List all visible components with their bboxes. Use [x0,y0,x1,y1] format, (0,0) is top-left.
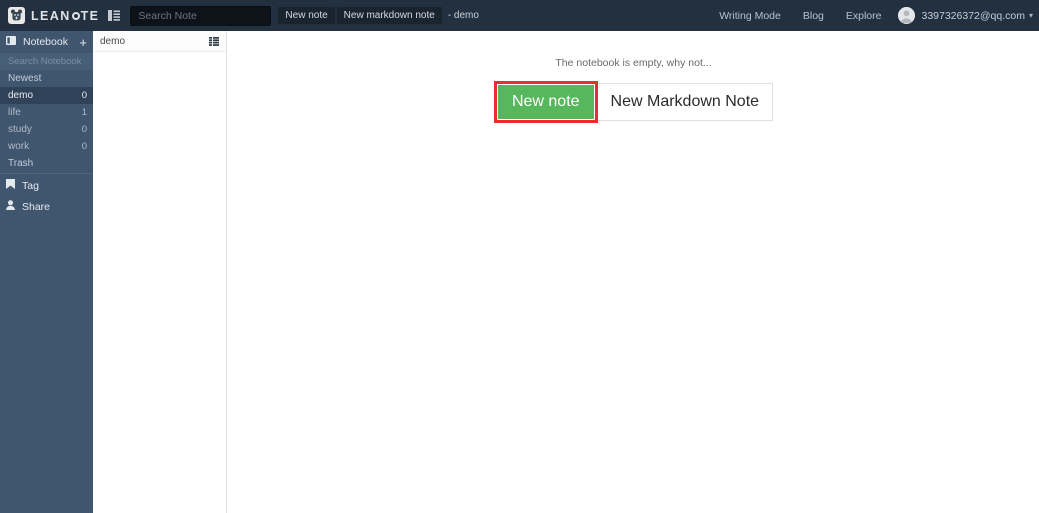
search-note-input[interactable] [130,5,272,26]
sidebar-item-label: work [8,141,30,152]
brand-name: LEAN TE [31,9,99,23]
new-markdown-note-button[interactable]: New Markdown Note [597,83,774,121]
nav-explore[interactable]: Explore [835,10,893,22]
sidebar-divider [0,173,93,174]
notebook-icon [6,36,16,48]
sidebar-item-label: study [8,124,32,135]
sidebar-item-count: 0 [81,141,87,152]
note-list-title: demo [100,35,126,47]
sidebar-item-count: 1 [81,107,87,118]
note-list-panel: demo [93,31,227,513]
add-notebook-button[interactable]: + [79,36,87,49]
sidebar-item-label: Newest [8,73,42,84]
new-markdown-note-toolbar-button[interactable]: New markdown note [336,7,442,24]
user-menu[interactable]: 3397326372@qq.com ▾ [892,7,1033,24]
new-note-highlight-box: New note [493,81,598,123]
user-avatar-icon [898,7,916,24]
top-right-nav: Writing Mode Blog Explore 3397326372@qq.… [708,7,1039,24]
note-list-header: demo [93,31,226,52]
empty-notebook-message: The notebook is empty, why not... [555,57,712,69]
sidebar-item-label: Trash [8,158,34,169]
share-user-icon [6,200,15,213]
brand-o-glyph [71,11,80,20]
sidebar-section-share-label: Share [22,200,51,213]
nav-writing-mode[interactable]: Writing Mode [708,10,792,22]
brand-name-part1: LEAN [31,8,71,23]
main-content: The notebook is empty, why not... New no… [228,31,1039,513]
search-notebook-input[interactable] [0,53,93,70]
sidebar-item-trash[interactable]: Trash [0,155,93,172]
list-view-icon[interactable] [209,36,219,46]
sidebar-section-notebook-label: Notebook [23,36,68,48]
sidebar-item-study[interactable]: study 0 [0,121,93,138]
sidebar-item-life[interactable]: life 1 [0,104,93,121]
tag-icon [6,179,15,192]
empty-state-actions: New note New Markdown Note [493,81,774,123]
sidebar-section-share[interactable]: Share [0,196,93,217]
sidebar-item-count: 0 [81,90,87,101]
sidebar-item-newest[interactable]: Newest [0,70,93,87]
user-email-label: 3397326372@qq.com [921,9,1025,22]
sidebar: Notebook + Newest demo 0 life 1 study 0 … [0,31,93,513]
sidebar-item-label: demo [8,90,34,101]
sidebar-toggle-icon[interactable] [108,10,121,21]
sidebar-item-label: life [8,107,21,118]
brand-logo[interactable]: LEAN TE [0,7,99,24]
sidebar-section-notebook[interactable]: Notebook + [0,31,93,53]
bear-logo-icon [8,7,25,24]
sidebar-item-work[interactable]: work 0 [0,138,93,155]
top-bar: LEAN TE New note New markdown note - demo… [0,0,1039,31]
chevron-down-icon[interactable]: ▾ [1029,11,1033,20]
new-note-toolbar-button[interactable]: New note [278,7,335,24]
empty-notebook-state: The notebook is empty, why not... New no… [228,57,1039,123]
new-note-button[interactable]: New note [497,85,594,119]
sidebar-item-count: 0 [81,124,87,135]
sidebar-section-tag-label: Tag [22,179,39,192]
toolbar-buttons: New note New markdown note - demo [278,7,479,24]
current-notebook-label: - demo [447,10,479,21]
sidebar-section-tag[interactable]: Tag [0,175,93,196]
sidebar-item-demo[interactable]: demo 0 [0,87,93,104]
nav-blog[interactable]: Blog [792,10,835,22]
brand-name-part2: TE [80,8,100,23]
